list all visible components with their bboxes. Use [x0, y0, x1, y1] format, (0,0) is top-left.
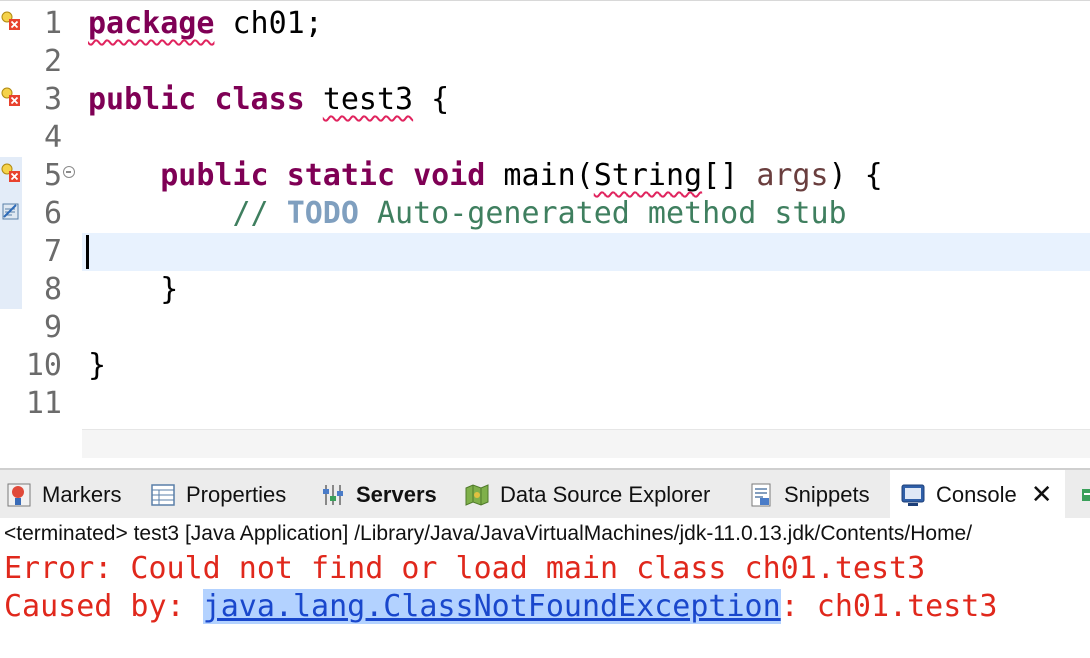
editor-horizontal-scrollbar[interactable]: [82, 429, 1090, 458]
todo-tag: TODO: [286, 196, 359, 231]
tab-label: Snippets: [784, 482, 870, 507]
fold-collapse-icon[interactable]: [63, 166, 75, 178]
code-line-10[interactable]: }: [88, 347, 106, 385]
tab-label: Markers: [42, 482, 122, 507]
warning-error-icon[interactable]: [1, 87, 21, 107]
snippets-icon: [751, 483, 771, 507]
keyword: class: [214, 82, 305, 117]
type-name: String: [593, 158, 703, 193]
markers-icon: [7, 483, 31, 507]
code-text: {: [413, 82, 450, 117]
current-line-highlight: [82, 233, 1090, 271]
console-process-header: <terminated> test3 [Java Application] /L…: [4, 522, 973, 545]
view-tab-bar: Markers Properties Servers Data Source E…: [0, 468, 1090, 520]
text-caret: [86, 235, 89, 269]
close-icon[interactable]: ✕: [1031, 482, 1053, 508]
line-number: 5: [43, 158, 62, 193]
tab-snippets[interactable]: Snippets: [748, 470, 870, 520]
code-line-1[interactable]: package ch01;: [88, 5, 323, 43]
line-number: 7: [43, 234, 62, 269]
line-number: 11: [25, 386, 62, 421]
overview-ruler: [0, 1, 22, 309]
code-text: ch01;: [214, 6, 323, 41]
console-error-line: Error: Could not find or load main class…: [4, 551, 926, 586]
code-editor[interactable]: 1 2 3 4 5 6 7 8 9 10 11 package ch01; pu…: [0, 0, 1090, 458]
code-line-3[interactable]: public class test3 {: [88, 81, 449, 119]
tab-data-source-explorer[interactable]: Data Source Explorer: [464, 470, 710, 520]
keyword: void: [413, 158, 486, 193]
code-text: ) {: [828, 158, 883, 193]
code-line-6[interactable]: // TODO Auto-generated method stub: [88, 195, 847, 233]
class-name: test3: [322, 82, 414, 117]
code-line-8[interactable]: }: [88, 271, 178, 309]
parameter-name: args: [756, 158, 829, 193]
line-number: 10: [25, 348, 62, 383]
keyword: public: [160, 158, 269, 193]
tab-label: Properties: [186, 482, 287, 507]
code-text: []: [702, 158, 757, 193]
tab-label: Servers: [356, 482, 437, 507]
tab-console[interactable]: Console ✕: [890, 470, 1065, 520]
tab-label: Console: [936, 482, 1017, 507]
console-icon: [901, 484, 925, 506]
caused-suffix: : ch01.test3: [780, 589, 998, 624]
caused-prefix: Caused by:: [4, 589, 203, 624]
tab-markers[interactable]: Markers: [6, 470, 121, 520]
tab-label: Data Source Explorer: [500, 482, 711, 507]
line-number: 1: [43, 6, 62, 41]
warning-error-icon[interactable]: [1, 163, 21, 183]
servers-icon: [323, 485, 343, 505]
exception-link[interactable]: java.lang.ClassNotFoundException: [202, 589, 781, 624]
overflow-view-icon[interactable]: [1080, 484, 1090, 506]
method-name: main(: [485, 158, 594, 193]
console-caused-line: Caused by: java.lang.ClassNotFoundExcept…: [4, 588, 997, 626]
code-line-5[interactable]: public static void main(String[] args) {: [88, 157, 883, 195]
task-icon[interactable]: [1, 201, 21, 221]
warning-error-icon[interactable]: [1, 11, 21, 31]
comment: //: [232, 196, 287, 231]
line-number: 4: [43, 120, 62, 155]
line-number: 3: [43, 82, 62, 117]
line-number: 9: [43, 310, 62, 345]
console-output[interactable]: <terminated> test3 [Java Application] /L…: [0, 518, 1090, 658]
keyword: static: [286, 158, 396, 193]
tab-properties[interactable]: Properties: [150, 470, 286, 520]
line-number: 2: [43, 44, 62, 79]
line-number: 8: [43, 272, 62, 307]
keyword: package: [88, 6, 215, 41]
data-source-icon: [465, 484, 489, 506]
line-number: 6: [43, 196, 62, 231]
comment: Auto-generated method stub: [358, 196, 847, 231]
keyword: public: [88, 82, 197, 117]
properties-icon: [151, 484, 175, 506]
tab-servers[interactable]: Servers: [320, 470, 437, 520]
